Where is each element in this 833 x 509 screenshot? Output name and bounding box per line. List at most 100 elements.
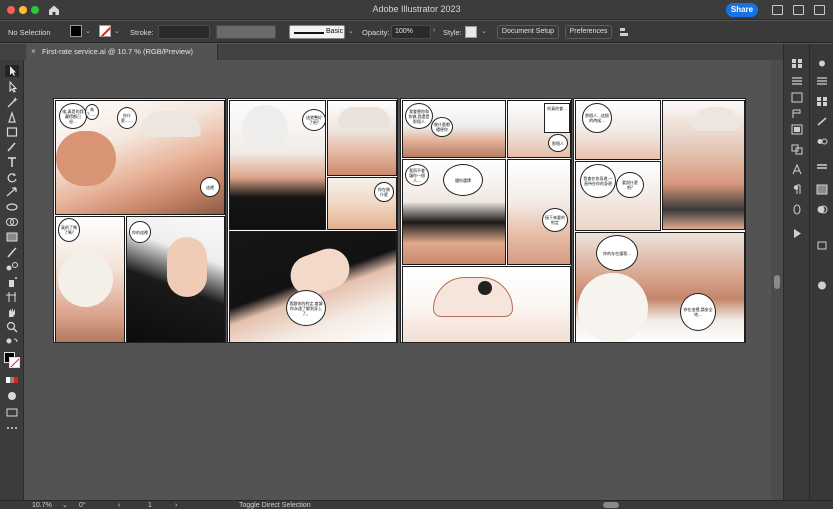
rotate-tool-icon[interactable] xyxy=(5,171,19,183)
brush-definition-field[interactable]: Basic xyxy=(289,25,345,39)
links-icon[interactable] xyxy=(791,108,803,119)
color-mode-icon[interactable] xyxy=(5,374,19,386)
graphic-styles-icon[interactable] xyxy=(816,280,828,291)
color-icon[interactable] xyxy=(816,76,828,87)
document-setup-button[interactable]: Document Setup xyxy=(497,25,559,39)
variable-width-profile[interactable] xyxy=(216,25,276,39)
arrange-documents-icon[interactable] xyxy=(772,5,783,15)
figure-illustration xyxy=(56,131,116,186)
symbol-sprayer-icon[interactable] xyxy=(5,276,19,288)
document-tab[interactable]: × First-rate service.ai @ 10.7 % (RGB/Pr… xyxy=(26,44,218,60)
type-tool-icon[interactable] xyxy=(5,156,19,168)
comic-panel: 我跟你的約定,會讓你永遠了解到身上了。 xyxy=(229,231,397,342)
next-artboard-icon[interactable]: › xyxy=(175,501,177,509)
style-dropdown-chevron-icon[interactable]: ⌄ xyxy=(481,27,487,35)
brush-dropdown-chevron-icon[interactable]: ⌄ xyxy=(348,27,354,35)
arrange-icon[interactable] xyxy=(619,27,631,37)
speech-bubble: 你在這裡,請安全地... xyxy=(680,293,716,331)
artboard-3[interactable]: 我會替你和你做,我還是那個人 做什麼都隨便你 你真的會... 那個人 我再不會讓… xyxy=(400,98,572,343)
speech-bubble: 這就整好了吧? xyxy=(302,109,325,131)
vertical-scrollbar[interactable] xyxy=(771,60,783,500)
opacity-chevron-icon[interactable]: › xyxy=(433,27,435,34)
status-bar: 10.7% ⌄ 0° ‹ 1 › Toggle Direct Selection xyxy=(0,500,833,509)
paragraph-icon[interactable] xyxy=(791,184,803,195)
swatches-icon[interactable] xyxy=(816,96,828,107)
zoom-icon[interactable] xyxy=(5,321,19,333)
transparency-icon[interactable] xyxy=(816,204,828,215)
rotation-value[interactable]: 0° xyxy=(79,501,86,509)
artboard-number[interactable]: 1 xyxy=(148,501,152,509)
rectangle-tool-icon[interactable] xyxy=(5,126,19,138)
hand-icon[interactable] xyxy=(5,306,19,318)
hair-illustration xyxy=(578,273,648,342)
screen-mode-icon[interactable] xyxy=(5,406,19,418)
fill-dropdown-chevron-icon[interactable]: ⌄ xyxy=(85,27,91,35)
properties-icon[interactable] xyxy=(816,58,828,69)
speech-bubble: 唉,真是的我藏得都已经... xyxy=(59,103,87,129)
artboard-1[interactable]: 唉,真是的我藏得都已经... 為了…… 你什麼…… 這裡 真的了嗎了嗎? 你的這… xyxy=(53,98,226,343)
swap-colors-icon[interactable] xyxy=(5,336,19,348)
stroke-dropdown-chevron-icon[interactable]: ⌄ xyxy=(114,27,120,35)
fill-stroke-indicator[interactable] xyxy=(4,352,20,368)
speech-bubble: 你真的會... xyxy=(544,103,570,133)
artboard-2[interactable]: 這就整好了吧? 你在做什麼 我跟你的約定,會讓你永遠了解到身上了。 xyxy=(227,98,398,343)
stroke-weight-field[interactable] xyxy=(158,25,210,39)
stroke-color-swatch[interactable] xyxy=(99,25,111,37)
comic-panel: 你在做什麼 xyxy=(327,177,397,230)
share-button[interactable]: Share xyxy=(726,3,758,17)
comic-panel: 那個人...這個的時候... xyxy=(575,100,661,160)
more-tools-icon[interactable] xyxy=(5,422,19,434)
scale-tool-icon[interactable] xyxy=(5,186,19,198)
previous-artboard-icon[interactable]: ‹ xyxy=(118,501,120,509)
comic-panel: 接下來要的約定 xyxy=(507,159,571,265)
gradient-tool-icon[interactable] xyxy=(5,231,19,243)
search-help-icon[interactable] xyxy=(814,5,825,15)
artboard-4[interactable]: 那個人...這個的時候... 我會在你身邊,一直待在你的身邊 要說什麼吧? 你的… xyxy=(573,98,746,343)
blend-tool-icon[interactable] xyxy=(5,261,19,273)
character-icon[interactable] xyxy=(791,163,803,175)
speech-bubble: 你在做什麼 xyxy=(374,182,394,202)
opacity-field[interactable]: 100% xyxy=(391,25,431,39)
scroll-thumb[interactable] xyxy=(774,275,780,289)
document-tab-title: First-rate service.ai @ 10.7 % (RGB/Prev… xyxy=(42,47,193,56)
layers-icon[interactable] xyxy=(791,76,803,87)
graphic-style-swatch[interactable] xyxy=(465,26,477,38)
shape-builder-icon[interactable] xyxy=(5,216,19,228)
horizontal-scroll-thumb[interactable] xyxy=(603,502,619,508)
stroke-panel-icon[interactable] xyxy=(816,162,828,173)
libraries-icon[interactable] xyxy=(791,58,803,69)
appearance-icon[interactable] xyxy=(816,240,828,251)
fill-color-swatch[interactable] xyxy=(70,25,82,37)
eyedropper-icon[interactable] xyxy=(5,246,19,258)
preferences-button[interactable]: Preferences xyxy=(565,25,612,39)
zoom-level[interactable]: 10.7% xyxy=(32,501,52,509)
speech-bubble: 我會在你身邊,一直待在你的身邊 xyxy=(580,164,616,198)
selection-tool-icon[interactable] xyxy=(5,65,19,77)
drawing-mode-icon[interactable] xyxy=(5,390,19,402)
opacity-value: 100% xyxy=(395,28,413,35)
speech-bubble: 要說什麼吧? xyxy=(616,172,644,198)
gradient-panel-icon[interactable] xyxy=(816,184,828,195)
speech-bubble: 那個人 xyxy=(548,134,568,152)
artboard-tool-icon[interactable] xyxy=(5,291,19,303)
figure-illustration xyxy=(167,237,207,297)
brushes-icon[interactable] xyxy=(816,116,828,127)
comic-panel: 這就整好了吧? xyxy=(229,100,326,230)
opentype-icon[interactable] xyxy=(791,204,803,215)
small-creature-illustration xyxy=(478,281,492,295)
workspace-switcher-icon[interactable] xyxy=(793,5,804,15)
width-tool-icon[interactable] xyxy=(5,201,19,213)
magic-wand-icon[interactable] xyxy=(5,96,19,108)
transform-icon[interactable] xyxy=(791,124,803,135)
direct-selection-icon[interactable] xyxy=(5,80,19,93)
close-icon[interactable]: × xyxy=(31,47,36,56)
zoom-dropdown-chevron-icon[interactable]: ⌄ xyxy=(62,501,68,509)
comic-panel: 唉,真是的我藏得都已经... 為了…… 你什麼…… 這裡 xyxy=(55,100,225,215)
symbols-icon[interactable] xyxy=(816,136,828,147)
pen-tool-icon[interactable] xyxy=(5,111,19,123)
actions-icon[interactable] xyxy=(791,228,803,239)
assets-icon[interactable] xyxy=(791,92,803,103)
hand-illustration xyxy=(433,277,513,317)
pathfinder-icon[interactable] xyxy=(791,144,803,155)
paintbrush-icon[interactable] xyxy=(5,141,19,153)
